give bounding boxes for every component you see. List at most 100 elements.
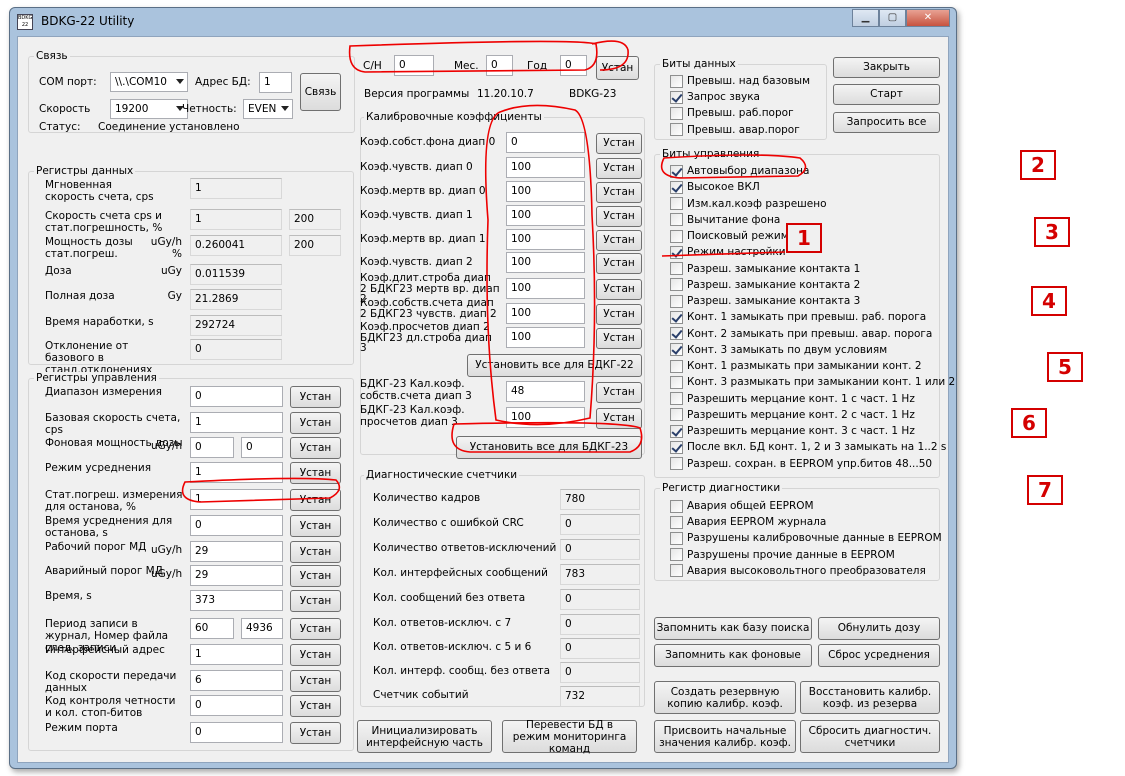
checkbox-item[interactable]: Разреш. сохран. в EEPROM упр.битов 48...…	[670, 457, 932, 471]
checkbox-empty-icon[interactable]	[670, 229, 683, 243]
reset-diag-counters-button[interactable]: Сбросить диагностич. счетчики	[800, 720, 940, 753]
control-register-input-2[interactable]: 0	[241, 437, 283, 458]
calib-input[interactable]: 100	[506, 229, 585, 250]
checkbox-item[interactable]: Разрушены прочие данные в EEPROM	[670, 548, 895, 562]
control-register-set-button[interactable]: Устан	[290, 437, 341, 459]
remember-background-button[interactable]: Запомнить как фоновые	[654, 644, 812, 667]
control-register-set-button[interactable]: Устан	[290, 515, 341, 537]
checkbox-item[interactable]: Авария высоковольтного преобразователя	[670, 564, 926, 578]
calib-set-button[interactable]: Устан	[596, 206, 642, 227]
checkbox-item[interactable]: Разрушены калибровочные данные в EEPROM	[670, 531, 942, 545]
checkbox-item[interactable]: После вкл. БД конт. 1, 2 и 3 замыкать на…	[670, 440, 946, 454]
checkbox-checked-icon[interactable]	[670, 343, 683, 357]
request-all-button[interactable]: Запросить все	[833, 112, 940, 133]
reset-averaging-button[interactable]: Сброс усреднения	[818, 644, 940, 667]
backup-calib-button[interactable]: Создать резервную копию калибр. коэф.	[654, 681, 796, 714]
reset-dose-button[interactable]: Обнулить дозу	[818, 617, 940, 640]
control-register-input[interactable]: 1	[190, 462, 283, 483]
checkbox-item[interactable]: Превыш. раб.порог	[670, 106, 794, 120]
checkbox-item[interactable]: Разреш. замыкание контакта 2	[670, 278, 860, 292]
checkbox-empty-icon[interactable]	[670, 548, 683, 562]
checkbox-item[interactable]: Превыш. над базовым	[670, 74, 810, 88]
start-button[interactable]: Старт	[833, 84, 940, 105]
checkbox-item[interactable]: Высокое ВКЛ	[670, 180, 760, 194]
control-register-input[interactable]: 0	[190, 695, 283, 716]
checkbox-item[interactable]: Конт. 1 размыкать при замыкании конт. 2	[670, 359, 922, 373]
close-window-button[interactable]: ✕	[906, 9, 950, 27]
checkbox-checked-icon[interactable]	[670, 245, 683, 259]
checkbox-empty-icon[interactable]	[670, 392, 683, 405]
control-register-set-button[interactable]: Устан	[290, 644, 341, 666]
checkbox-item[interactable]: Разреш. замыкание контакта 1	[670, 262, 860, 276]
checkbox-empty-icon[interactable]	[670, 457, 683, 470]
connect-button[interactable]: Связь	[300, 73, 341, 111]
calib23-input[interactable]: 100	[506, 407, 585, 428]
checkbox-empty-icon[interactable]	[670, 564, 683, 578]
restore-calib-button[interactable]: Восстановить калибр. коэф. из резерва	[800, 681, 940, 714]
calib-input[interactable]: 100	[506, 157, 585, 178]
set-serial-button[interactable]: Устан	[596, 56, 639, 80]
checkbox-item[interactable]: Авария общей EEPROM	[670, 499, 814, 513]
control-register-set-button[interactable]: Устан	[290, 590, 341, 612]
maximize-button[interactable]: ▢	[879, 9, 906, 27]
control-register-input[interactable]: 29	[190, 565, 283, 586]
year-input[interactable]: 0	[560, 55, 587, 76]
calib-set-button[interactable]: Устан	[596, 133, 642, 154]
checkbox-empty-icon[interactable]	[670, 359, 683, 373]
checkbox-empty-icon[interactable]	[670, 213, 683, 227]
set-all-bdkg22-button[interactable]: Установить все для БДКГ-22	[467, 354, 642, 377]
checkbox-item[interactable]: Запрос звука	[670, 90, 760, 104]
checkbox-empty-icon[interactable]	[670, 262, 683, 275]
set-all-bdkg23-button[interactable]: Установить все для БДКГ-23	[456, 436, 642, 459]
close-button[interactable]: Закрыть	[833, 57, 940, 78]
calib-input[interactable]: 100	[506, 303, 585, 324]
init-interface-button[interactable]: Инициализировать интерфейсную часть	[357, 720, 492, 753]
control-register-input[interactable]: 1	[190, 644, 283, 665]
checkbox-empty-icon[interactable]	[670, 106, 683, 120]
control-register-input[interactable]: 1	[190, 412, 283, 433]
calib-input[interactable]: 100	[506, 278, 585, 299]
calib-input[interactable]: 100	[506, 181, 585, 202]
checkbox-item[interactable]: Конт. 3 размыкать при замыкании конт. 1 …	[670, 375, 955, 389]
checkbox-item[interactable]: Конт. 1 замыкать при превыш. раб. порога	[670, 310, 926, 324]
checkbox-empty-icon[interactable]	[670, 499, 683, 513]
calib-set-button[interactable]: Устан	[596, 230, 642, 251]
device-address-input[interactable]: 1	[259, 72, 292, 93]
checkbox-empty-icon[interactable]	[670, 278, 683, 292]
checkbox-item[interactable]: Изм.кал.коэф разрешено	[670, 197, 827, 211]
control-register-input[interactable]: 0	[190, 722, 283, 743]
checkbox-item[interactable]: Вычитание фона	[670, 213, 780, 227]
speed-select[interactable]: 19200	[110, 99, 188, 119]
serial-number-input[interactable]: 0	[394, 55, 434, 76]
control-register-set-button[interactable]: Устан	[290, 412, 341, 434]
calib-input[interactable]: 0	[506, 132, 585, 153]
checkbox-item[interactable]: Разрешить мерцание конт. 3 с част. 1 Hz	[670, 424, 915, 438]
control-register-set-button[interactable]: Устан	[290, 565, 341, 587]
calib-input[interactable]: 100	[506, 327, 585, 348]
checkbox-empty-icon[interactable]	[670, 531, 683, 545]
calib-set-button[interactable]: Устан	[596, 328, 642, 349]
calib23-set-button[interactable]: Устан	[596, 382, 642, 403]
checkbox-empty-icon[interactable]	[670, 74, 683, 88]
calib23-input[interactable]: 48	[506, 381, 585, 402]
calib-input[interactable]: 100	[506, 252, 585, 273]
control-register-set-button[interactable]: Устан	[290, 489, 341, 511]
control-register-input[interactable]: 373	[190, 590, 283, 611]
checkbox-item[interactable]: Режим настройки	[670, 245, 786, 259]
month-input[interactable]: 0	[486, 55, 513, 76]
checkbox-item[interactable]: Разрешить мерцание конт. 2 с част. 1 Hz	[670, 408, 915, 422]
assign-initial-calib-button[interactable]: Присвоить начальные значения калибр. коэ…	[654, 720, 796, 753]
checkbox-item[interactable]: Конт. 2 замыкать при превыш. авар. порог…	[670, 327, 932, 341]
com-port-select[interactable]: \\.\COM10	[110, 72, 188, 92]
checkbox-item[interactable]: Авария EEPROM журнала	[670, 515, 826, 529]
checkbox-checked-icon[interactable]	[670, 327, 683, 340]
parity-select[interactable]: EVEN	[243, 99, 293, 119]
calib23-set-button[interactable]: Устан	[596, 408, 642, 429]
checkbox-empty-icon[interactable]	[670, 515, 683, 529]
control-register-set-button[interactable]: Устан	[290, 462, 341, 484]
checkbox-checked-icon[interactable]	[670, 310, 683, 324]
control-register-input[interactable]: 60	[190, 618, 234, 639]
control-register-input[interactable]: 0	[190, 386, 283, 407]
checkbox-item[interactable]: Конт. 3 замыкать по двум условиям	[670, 343, 887, 357]
control-register-set-button[interactable]: Устан	[290, 695, 341, 717]
